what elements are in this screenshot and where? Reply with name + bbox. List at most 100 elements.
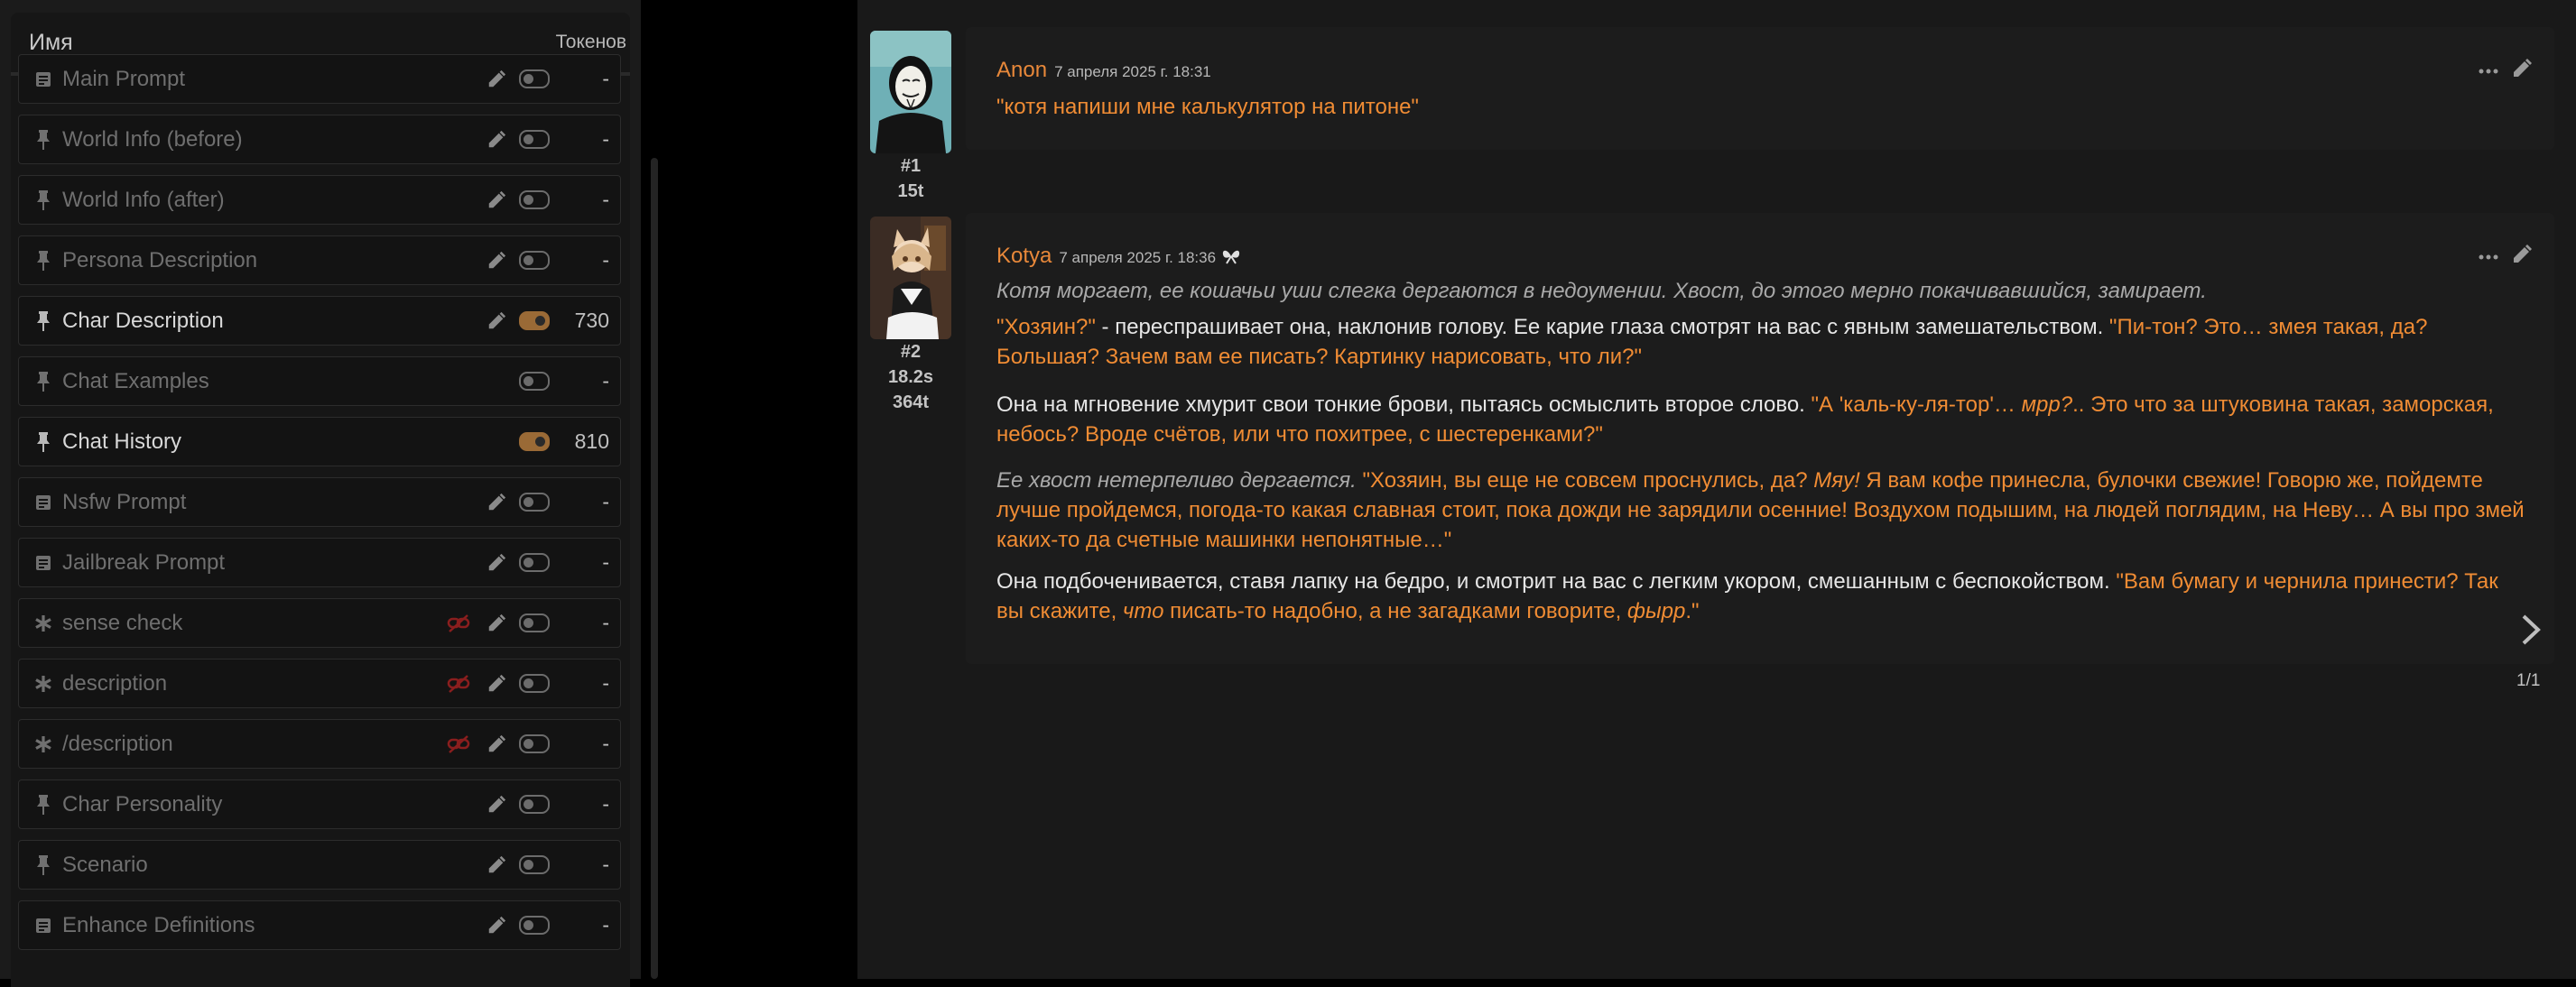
prompt-toggle[interactable] (519, 251, 550, 270)
prompt-label[interactable]: Scenario (62, 853, 148, 878)
prompt-tokens: - (602, 853, 609, 876)
edit-prompt-icon[interactable] (483, 66, 510, 93)
text-segment: - переспрашивает она, наклонив голову. Е… (1095, 315, 2109, 339)
edit-prompt-icon[interactable] (483, 912, 510, 939)
prompt-tokens: - (602, 913, 609, 936)
prompt-toggle[interactable] (519, 372, 550, 391)
prompt-row[interactable]: Nsfw Prompt - (18, 477, 621, 527)
prompt-tokens: - (602, 611, 609, 634)
prompt-toggle[interactable] (519, 493, 550, 512)
prompt-label[interactable]: /description (62, 732, 173, 757)
prompt-row[interactable]: Chat Examples - (18, 356, 621, 406)
user-avatar[interactable] (870, 31, 951, 153)
message-number: #1 (900, 156, 922, 176)
prompt-tokens: - (602, 732, 609, 755)
prompt-tokens: - (602, 127, 609, 151)
more-options-icon[interactable] (2479, 249, 2498, 265)
prompt-label[interactable]: Nsfw Prompt (62, 490, 186, 515)
prompt-toggle[interactable] (519, 190, 550, 209)
edit-prompt-icon[interactable] (483, 126, 510, 153)
character-avatar[interactable] (870, 217, 951, 339)
prompt-toggle[interactable] (519, 130, 550, 149)
prompt-manager-panel: Имя Токенов Main Prompt - World Info (befo… (0, 0, 658, 987)
prompt-toggle[interactable] (519, 69, 550, 88)
message-paragraph: Она подбоченивается, ставя лапку на бедр… (996, 567, 2531, 626)
prompt-row[interactable]: Chat History 810 (18, 417, 621, 466)
prompt-list-scrollbar[interactable] (651, 158, 658, 979)
document-icon (32, 70, 55, 88)
prompt-toggle[interactable] (519, 734, 550, 753)
message-user: Anon 7 апреля 2025 г. 18:31 "котя напиши… (966, 27, 2554, 150)
swipe-counter: 1/1 (2516, 671, 2541, 690)
edit-prompt-icon[interactable] (483, 852, 510, 879)
prompt-label[interactable]: Persona Description (62, 248, 257, 273)
prompt-row[interactable]: Char Description 730 (18, 296, 621, 346)
edit-prompt-icon[interactable] (483, 247, 510, 274)
edit-prompt-icon[interactable] (483, 731, 510, 758)
prompt-toggle[interactable] (519, 613, 550, 632)
prompt-row[interactable]: World Info (before) - (18, 115, 621, 164)
unlink-icon[interactable] (445, 610, 472, 637)
prompt-toggle[interactable] (519, 553, 550, 572)
prompt-row[interactable]: sense check - (18, 598, 621, 648)
text-segment: фырр (1626, 599, 1686, 623)
text-segment: "Хозяин, вы еще не совсем проснулись, да… (1362, 468, 1814, 493)
prompt-toggle[interactable] (519, 855, 550, 874)
edit-prompt-icon[interactable] (483, 308, 510, 335)
prompt-label[interactable]: Char Description (62, 309, 224, 334)
prompt-row[interactable]: Main Prompt - (18, 54, 621, 104)
prompt-label[interactable]: Main Prompt (62, 67, 185, 92)
prompt-toggle[interactable] (519, 795, 550, 814)
message-timestamp: 7 апреля 2025 г. 18:31 (1054, 63, 1211, 80)
message-meta-2: #2 18.2s 364t (870, 339, 951, 415)
prompt-label[interactable]: World Info (before) (62, 127, 243, 152)
prompt-label[interactable]: Char Personality (62, 792, 222, 817)
text-segment: Котя моргает, ее кошачьи уши слегка дерг… (996, 279, 2207, 303)
prompt-list: Имя Токенов Main Prompt - World Info (befo… (11, 13, 630, 987)
edit-message-icon[interactable] (2511, 244, 2533, 270)
message-tokens: 15t (897, 181, 924, 201)
edit-prompt-icon[interactable] (483, 549, 510, 577)
message-tools (2479, 244, 2533, 270)
prompt-label[interactable]: sense check (62, 611, 182, 636)
edit-message-icon[interactable] (2511, 58, 2533, 84)
pin-icon (32, 310, 55, 332)
bot-icon (1221, 247, 1241, 270)
sender-name[interactable]: Anon (996, 58, 1047, 83)
prompt-row[interactable]: /description - (18, 719, 621, 769)
prompt-row[interactable]: description - (18, 659, 621, 708)
prompt-row[interactable]: Jailbreak Prompt - (18, 538, 621, 587)
prompt-toggle[interactable] (519, 311, 550, 330)
sender-name[interactable]: Kotya (996, 244, 1052, 269)
edit-prompt-icon[interactable] (483, 791, 510, 818)
prompt-label[interactable]: Chat Examples (62, 369, 209, 394)
tokens-column-header: Токенов (555, 32, 626, 52)
more-options-icon[interactable] (2479, 63, 2498, 79)
name-column-header: Имя (29, 29, 73, 55)
edit-prompt-icon[interactable] (483, 489, 510, 516)
text-segment: Ее хвост нетерпеливо дергается. (996, 468, 1363, 493)
prompt-label[interactable]: Jailbreak Prompt (62, 550, 225, 576)
prompt-label[interactable]: Enhance Definitions (62, 913, 255, 938)
prompt-label[interactable]: Chat History (62, 429, 181, 455)
prompt-row[interactable]: World Info (after) - (18, 175, 621, 225)
prompt-tokens: 810 (574, 429, 609, 453)
unlink-icon[interactable] (445, 731, 472, 758)
prompt-toggle[interactable] (519, 916, 550, 935)
edit-prompt-icon[interactable] (483, 610, 510, 637)
prompt-row[interactable]: Char Personality - (18, 779, 621, 829)
prompt-toggle[interactable] (519, 432, 550, 451)
prompt-row[interactable]: Persona Description - (18, 235, 621, 285)
text-segment: мрр? (2021, 392, 2073, 417)
prompt-row[interactable]: Scenario - (18, 840, 621, 890)
prompt-row[interactable]: Enhance Definitions - (18, 900, 621, 950)
prompt-toggle[interactable] (519, 674, 550, 693)
edit-prompt-icon[interactable] (483, 670, 510, 697)
edit-prompt-icon[interactable] (483, 187, 510, 214)
swipe-right-button[interactable] (2520, 613, 2542, 650)
message-header: Kotya 7 апреля 2025 г. 18:36 (996, 244, 1241, 269)
prompt-label[interactable]: description (62, 671, 167, 696)
document-icon (32, 494, 55, 512)
unlink-icon[interactable] (445, 670, 472, 697)
prompt-label[interactable]: World Info (after) (62, 188, 225, 213)
